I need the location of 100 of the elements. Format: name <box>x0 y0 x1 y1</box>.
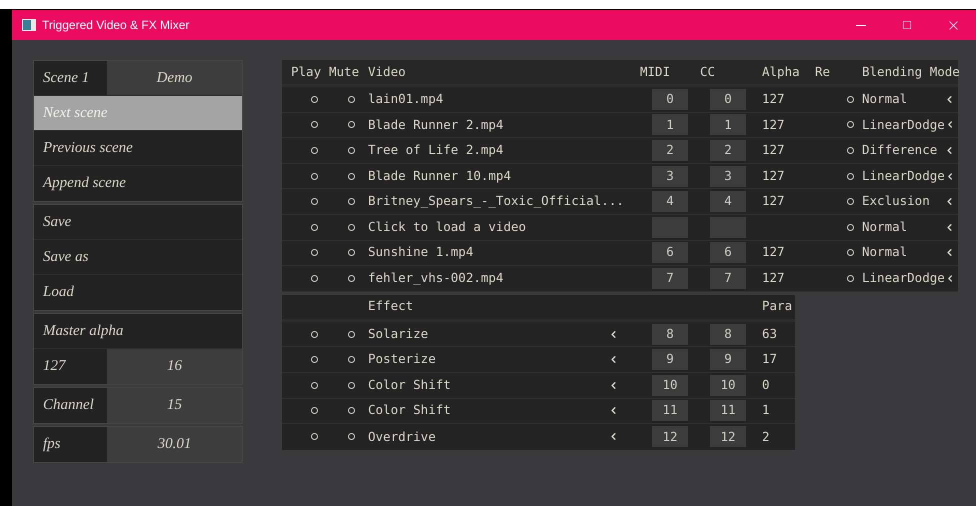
midi-field[interactable]: 10 <box>652 374 688 396</box>
midi-field[interactable]: 8 <box>652 324 688 345</box>
mute-toggle[interactable] <box>348 224 355 231</box>
video-name[interactable]: Blade Runner 10.mp4 <box>365 166 647 186</box>
mute-toggle[interactable] <box>348 433 355 440</box>
cc-field[interactable]: 4 <box>710 191 746 212</box>
blend-dropdown[interactable]: Exclusion <box>858 192 958 212</box>
mute-toggle[interactable] <box>348 96 355 103</box>
cc-field[interactable]: 0 <box>710 88 746 110</box>
play-toggle[interactable] <box>310 146 318 154</box>
mute-toggle[interactable] <box>348 172 355 180</box>
midi-field[interactable]: 2 <box>652 140 688 161</box>
re-toggle[interactable] <box>847 121 854 128</box>
play-toggle[interactable] <box>310 121 318 128</box>
play-toggle[interactable] <box>310 198 318 206</box>
mute-toggle[interactable] <box>348 407 355 414</box>
midi-field[interactable]: 1 <box>652 114 688 136</box>
re-toggle[interactable] <box>847 249 854 256</box>
blend-dropdown[interactable]: Normal <box>858 90 958 109</box>
app-icon <box>22 19 36 31</box>
re-toggle[interactable] <box>847 96 854 103</box>
column-header: CC <box>700 62 716 81</box>
minimize-icon <box>856 24 866 26</box>
re-toggle[interactable] <box>847 224 854 231</box>
video-name[interactable]: Britney_Spears_-_Toxic_Official... <box>365 192 647 212</box>
column-header: Alpha <box>762 62 800 81</box>
play-toggle[interactable] <box>310 224 318 231</box>
play-toggle[interactable] <box>310 407 318 414</box>
midi-field[interactable]: 6 <box>652 242 688 264</box>
video-name[interactable]: Tree of Life 2.mp4 <box>365 141 647 160</box>
value-field[interactable]: Demo <box>107 61 242 95</box>
midi-field[interactable]: 7 <box>652 268 688 289</box>
maximize-icon <box>902 20 912 30</box>
cc-field[interactable]: 1 <box>710 114 746 136</box>
blend-dropdown[interactable]: LinearDodge <box>858 116 958 134</box>
column-header: Re <box>815 62 830 81</box>
para-value: 0 <box>761 376 771 394</box>
scene-label: 127 <box>42 357 67 376</box>
play-toggle[interactable] <box>310 249 318 256</box>
cc-field[interactable]: 7 <box>710 268 746 289</box>
cc-field[interactable]: 11 <box>710 400 746 422</box>
cc-field[interactable]: 3 <box>710 166 746 187</box>
re-toggle[interactable] <box>847 198 854 206</box>
re-toggle[interactable] <box>847 146 854 154</box>
play-toggle[interactable] <box>310 96 318 103</box>
effect-dropdown[interactable]: Color Shift <box>365 401 647 420</box>
mute-toggle[interactable] <box>348 249 355 256</box>
midi-field[interactable]: 12 <box>652 426 688 448</box>
column-header: Mute <box>329 62 360 81</box>
re-toggle[interactable] <box>847 172 854 180</box>
cc-field[interactable]: 8 <box>710 324 746 345</box>
cc-field[interactable]: 10 <box>710 374 746 396</box>
value-field[interactable]: 16 <box>107 349 242 384</box>
cc-field[interactable]: 12 <box>710 426 746 448</box>
mute-toggle[interactable] <box>348 356 355 364</box>
cc-field[interactable] <box>710 216 746 238</box>
video-name[interactable]: lain01.mp4 <box>365 90 647 109</box>
mute-toggle[interactable] <box>348 146 355 154</box>
play-toggle[interactable] <box>310 274 318 282</box>
play-toggle[interactable] <box>310 433 318 440</box>
video-name[interactable]: Blade Runner 2.mp4 <box>365 116 647 134</box>
mute-toggle[interactable] <box>348 382 355 389</box>
cc-field[interactable]: 2 <box>710 140 746 161</box>
play-toggle[interactable] <box>310 172 318 180</box>
mute-toggle[interactable] <box>348 198 355 206</box>
video-name[interactable]: fehler_vhs-002.mp4 <box>365 269 647 288</box>
cc-field[interactable]: 9 <box>710 349 746 370</box>
midi-field[interactable]: 11 <box>652 400 688 422</box>
effect-dropdown[interactable]: Color Shift <box>365 376 647 395</box>
para-value: 2 <box>761 428 771 446</box>
re-toggle[interactable] <box>847 274 854 282</box>
column-header: Play <box>290 62 322 81</box>
blend-dropdown[interactable]: Normal <box>858 218 958 237</box>
column-header: Para <box>761 297 794 316</box>
blend-dropdown[interactable]: LinearDodge <box>858 166 958 186</box>
alpha-value: 127 <box>762 168 785 183</box>
blend-dropdown[interactable]: LinearDodge <box>858 269 958 288</box>
effect-dropdown[interactable]: Overdrive <box>365 428 647 446</box>
effect-dropdown[interactable]: Solarize <box>365 324 647 344</box>
play-toggle[interactable] <box>310 330 318 338</box>
alpha-value: 127 <box>762 116 785 132</box>
play-toggle[interactable] <box>310 382 318 389</box>
column-header: Effect <box>367 297 414 316</box>
window-title: Triggered Video & FX Mixer <box>42 17 190 34</box>
midi-field[interactable]: 4 <box>652 191 688 212</box>
blend-dropdown[interactable]: Difference <box>858 141 958 160</box>
video-name[interactable]: Sunshine 1.mp4 <box>365 243 647 262</box>
midi-field[interactable]: 3 <box>652 166 688 187</box>
midi-field[interactable]: 0 <box>652 88 688 110</box>
play-toggle[interactable] <box>310 356 318 364</box>
video-name[interactable]: Click to load a video <box>365 218 647 237</box>
midi-field[interactable] <box>652 216 688 238</box>
effect-dropdown[interactable]: Posterize <box>365 350 647 370</box>
mute-toggle[interactable] <box>348 274 355 282</box>
column-header: Blending Mode <box>861 62 958 81</box>
midi-field[interactable]: 9 <box>652 349 688 370</box>
blend-dropdown[interactable]: Normal <box>858 243 958 262</box>
mute-toggle[interactable] <box>348 330 355 338</box>
mute-toggle[interactable] <box>348 121 355 128</box>
cc-field[interactable]: 6 <box>710 242 746 264</box>
